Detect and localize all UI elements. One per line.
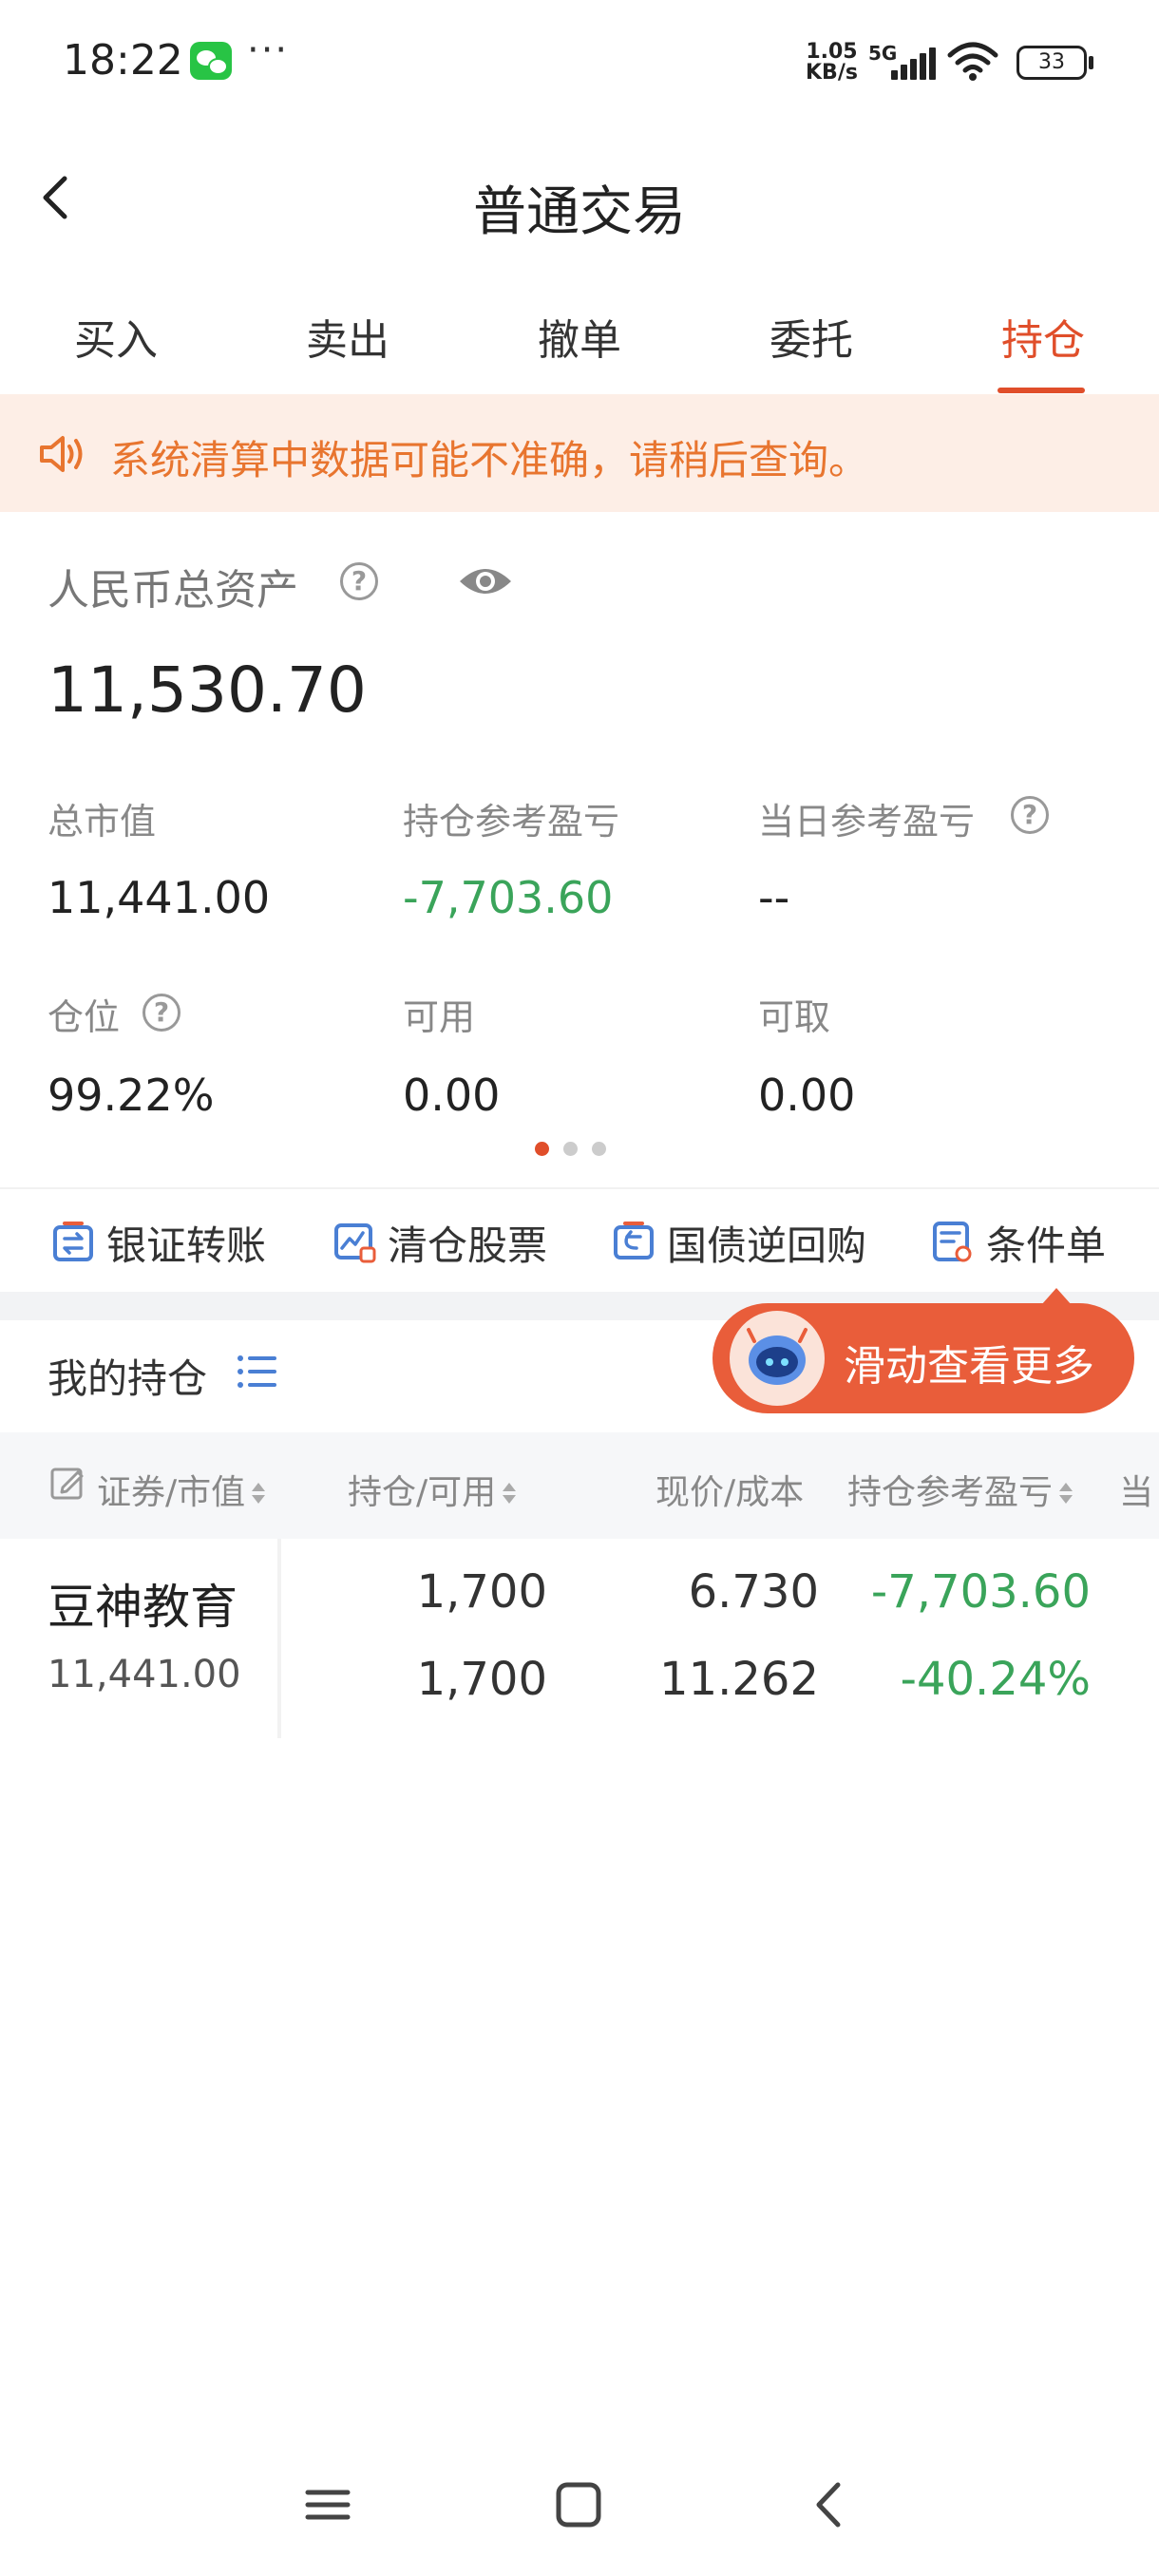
column-divider [277, 1539, 281, 1738]
reverse-repo-label: 国债逆回购 [667, 1222, 867, 1269]
stock-pnl-percent: -40.24% [900, 1653, 1091, 1706]
position-ratio-label: 仓位 [48, 996, 121, 1038]
page-dot [592, 1142, 606, 1156]
page-title: 普通交易 [473, 181, 686, 243]
column-header-pnl-label: 持仓参考盈亏 [847, 1473, 1054, 1512]
system-nav-bar [0, 2451, 1159, 2555]
stock-cost: 11.262 [659, 1653, 819, 1706]
stock-position: 1,700 [416, 1565, 547, 1619]
column-header-position[interactable]: 持仓/可用 [348, 1465, 517, 1514]
battery-level: 33 [1016, 46, 1087, 80]
sort-icon [1058, 1482, 1074, 1506]
daily-pnl-value: -- [758, 872, 790, 923]
withdrawable-funds-value: 0.00 [758, 1070, 856, 1121]
total-assets-label: 人民币总资产 [48, 566, 298, 615]
column-header-price-label: 现价/成本 [656, 1473, 805, 1512]
column-header-pnl[interactable]: 持仓参考盈亏 [847, 1465, 1074, 1514]
sort-icon [251, 1482, 266, 1506]
reverse-repo-button[interactable]: 国债逆回购 [612, 1214, 868, 1269]
eye-icon[interactable] [458, 562, 513, 600]
status-bar: 18:22 ··· 1.05 KB/s 5G 33 [0, 0, 1159, 123]
battery-icon: 33 [1016, 46, 1094, 80]
clear-position-button[interactable]: 清仓股票 [332, 1214, 560, 1269]
repo-icon [614, 1222, 654, 1260]
network-speed-unit: KB/s [806, 61, 858, 85]
page-dot-active [535, 1142, 549, 1156]
home-icon[interactable] [545, 2472, 612, 2538]
clear-position-label: 清仓股票 [388, 1222, 548, 1269]
wechat-notification-icon [190, 42, 232, 80]
network-speed-value: 1.05 [806, 40, 858, 64]
position-ratio-value: 99.22% [48, 1070, 215, 1121]
scroll-hint-badge[interactable]: 滑动查看更多 [712, 1303, 1134, 1413]
notice-banner: 系统清算中数据可能不准确，请稍后查询。 [0, 394, 1159, 512]
condition-order-button[interactable]: 条件单 [931, 1214, 1130, 1269]
more-notifications-icon: ··· [247, 28, 290, 72]
total-market-value-label: 总市值 [48, 801, 157, 843]
clear-position-icon [334, 1223, 376, 1263]
stock-pnl: -7,703.60 [870, 1565, 1091, 1619]
stock-name: 豆神教育 [48, 1580, 238, 1635]
bank-transfer-icon [53, 1222, 93, 1261]
column-header-daily: 当日 [1119, 1473, 1159, 1512]
my-holdings-title: 我的持仓 [48, 1355, 208, 1402]
quick-actions: 银证转账 清仓股票 国债逆回购 条件单 [0, 1187, 1159, 1292]
back-icon[interactable] [796, 2472, 863, 2538]
scroll-hint-text: 滑动查看更多 [844, 1342, 1094, 1391]
stock-available: 1,700 [416, 1653, 547, 1706]
menu-icon[interactable] [294, 2472, 361, 2538]
wifi-icon [947, 42, 998, 81]
table-row[interactable]: 豆神教育 11,441.00 1,700 1,700 6.730 11.262 … [0, 1539, 1159, 1738]
help-icon[interactable]: ? [340, 562, 378, 600]
help-icon[interactable]: ? [142, 994, 180, 1032]
total-assets-value: 11,530.70 [48, 653, 367, 727]
page-dot [563, 1142, 578, 1156]
position-pnl-label: 持仓参考盈亏 [403, 801, 620, 843]
tab-orders[interactable]: 委托 [745, 306, 878, 367]
tab-buy[interactable]: 买入 [49, 306, 182, 367]
position-pnl-value: -7,703.60 [403, 872, 614, 923]
column-header-position-label: 持仓/可用 [348, 1473, 497, 1512]
notice-text: 系统清算中数据可能不准确，请稍后查询。 [110, 437, 869, 483]
list-icon[interactable] [236, 1353, 279, 1392]
signal-icon [891, 47, 937, 80]
sort-icon [502, 1482, 517, 1506]
condition-order-label: 条件单 [986, 1222, 1107, 1269]
active-tab-indicator [998, 388, 1085, 393]
bank-transfer-button[interactable]: 银证转账 [51, 1214, 279, 1269]
bank-transfer-label: 银证转账 [106, 1222, 267, 1269]
network-speed: 1.05 KB/s [806, 42, 858, 84]
column-header-price: 现价/成本 [656, 1465, 804, 1514]
tab-cancel-order[interactable]: 撤单 [513, 306, 646, 367]
condition-order-icon [933, 1222, 972, 1262]
tab-sell[interactable]: 卖出 [281, 306, 414, 367]
edit-icon[interactable] [49, 1465, 86, 1501]
nav-bar: 普通交易 [0, 133, 1159, 266]
column-header-security[interactable]: 证券/市值 [97, 1465, 266, 1514]
help-icon[interactable]: ? [1011, 796, 1049, 834]
speaker-icon [40, 436, 83, 472]
column-header-security-label: 证券/市值 [97, 1473, 246, 1512]
withdrawable-funds-label: 可取 [758, 996, 831, 1038]
total-market-value: 11,441.00 [48, 872, 271, 923]
available-funds-label: 可用 [403, 996, 476, 1038]
status-time: 18:22 [63, 36, 183, 85]
stock-price: 6.730 [688, 1565, 819, 1619]
available-funds-value: 0.00 [403, 1070, 501, 1121]
daily-pnl-label: 当日参考盈亏 [758, 801, 976, 843]
stock-market-value: 11,441.00 [48, 1653, 241, 1696]
holdings-table-header: 证券/市值 持仓/可用 现价/成本 持仓参考盈亏 当日 [0, 1432, 1159, 1539]
tab-positions[interactable]: 持仓 [977, 306, 1110, 367]
trade-tabs: 买入 卖出 撤单 委托 持仓 [0, 285, 1159, 394]
carousel-page-indicator [535, 1142, 611, 1157]
robot-mascot-icon [730, 1311, 825, 1406]
